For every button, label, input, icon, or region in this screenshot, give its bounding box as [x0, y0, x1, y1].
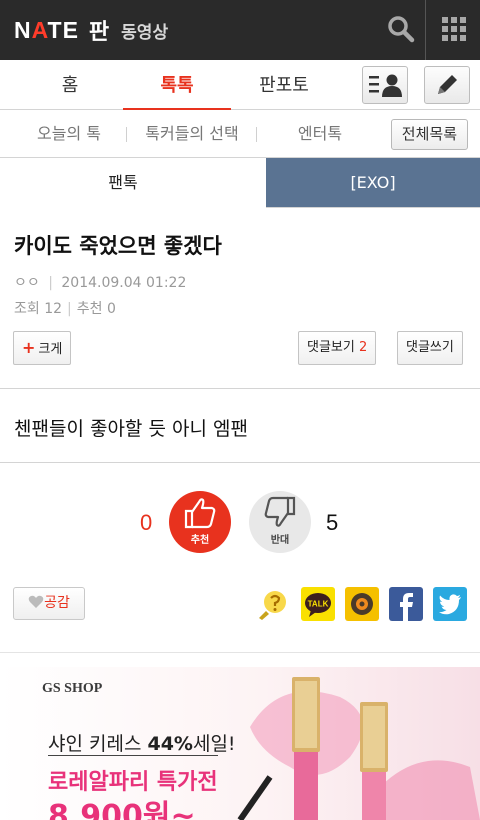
sub-tabs: 오늘의 톡 톡커들의 선택 엔터톡 전체목록 [0, 110, 480, 158]
post-date: 2014.09.04 01:22 [61, 275, 187, 291]
top-bar: NATE 판 동영상 [0, 0, 480, 60]
talk-text: TALK [308, 600, 329, 609]
logo-text: NATE [14, 16, 79, 43]
like-button[interactable]: 공감 [13, 587, 85, 620]
tab-toktok[interactable]: 톡톡 [123, 60, 231, 111]
ad-headline-prefix: 샤인 키레스 [48, 733, 148, 755]
recommend-label: 추천 [76, 301, 103, 317]
kakao-story-icon[interactable] [256, 587, 290, 621]
oppose-vote-count: 5 [326, 510, 339, 535]
subtab-separator [256, 127, 257, 142]
view-comments-button[interactable]: 댓글보기 2 [298, 331, 377, 365]
top-divider [425, 0, 426, 60]
nate-logo[interactable]: NATE [14, 17, 79, 44]
my-profile-button[interactable] [362, 66, 408, 104]
ad-price: 8,900원~ [48, 799, 196, 820]
heart-icon [28, 595, 44, 608]
lipstick-product-image [237, 677, 480, 820]
breadcrumb: 팬톡 [EXO] [0, 158, 480, 208]
twitter-icon[interactable] [433, 587, 467, 621]
post-author: ㅇㅇ [14, 275, 40, 291]
recommend-count: 0 [106, 301, 116, 317]
breadcrumb-fantalk[interactable]: 팬톡 [0, 158, 246, 208]
views-label: 조회 [14, 301, 40, 317]
recommend-vote-count: 0 [140, 510, 153, 535]
main-tabs: 홈 톡톡 판포토 [0, 60, 480, 111]
tab-home[interactable]: 홈 [20, 60, 120, 110]
divider [0, 652, 480, 653]
ad-headline: 샤인 키레스 44%세일! [48, 729, 236, 756]
divider [0, 462, 480, 463]
oppose-label: 반대 [270, 535, 290, 546]
subtab-talkers-choice[interactable]: 톡커들의 선택 [136, 110, 248, 158]
comment-count: 2 [358, 340, 368, 355]
plus-icon: + [22, 338, 36, 357]
view-comments-label: 댓글보기 [307, 340, 355, 355]
recommend-label: 추천 [190, 535, 210, 546]
ad-brand: GS SHOP [42, 681, 103, 696]
enlarge-label: 크게 [38, 342, 63, 357]
post-title: 카이도 죽었으면 좋겠다 [14, 234, 222, 258]
thumbs-down-icon [264, 496, 296, 527]
video-link[interactable]: 동영상 [121, 18, 168, 43]
kakao-talk-icon[interactable]: TALK [301, 587, 335, 621]
divider [0, 388, 480, 389]
user-list-icon [369, 74, 402, 97]
write-comment-button[interactable]: 댓글쓰기 [397, 331, 463, 365]
ad-headline-discount: 44% [147, 733, 193, 755]
subtab-entertalk[interactable]: 엔터톡 [278, 110, 362, 158]
pan-logo[interactable]: 판 [89, 14, 109, 46]
post-meta: ㅇㅇ | 2014.09.04 01:22 [14, 275, 187, 291]
like-label: 공감 [44, 595, 70, 611]
all-list-button[interactable]: 전체목록 [390, 119, 468, 150]
pencil-icon [438, 75, 457, 94]
subtab-today[interactable]: 오늘의 톡 [20, 110, 118, 158]
recommend-button[interactable]: 추천 [169, 491, 231, 553]
subtab-separator [126, 127, 127, 142]
write-comment-label: 댓글쓰기 [406, 340, 454, 355]
enlarge-button[interactable]: + 크게 [13, 331, 72, 365]
facebook-icon[interactable] [389, 587, 423, 621]
apps-grid-icon[interactable] [442, 17, 466, 41]
write-button[interactable] [424, 66, 470, 104]
breadcrumb-exo[interactable]: [EXO] [266, 158, 480, 208]
kakao-camera-icon[interactable] [345, 587, 379, 621]
post-stats: 조회 12 | 추천 0 [14, 301, 116, 317]
oppose-button[interactable]: 반대 [249, 491, 311, 553]
thumbs-up-icon [184, 498, 216, 529]
tab-pan-photo[interactable]: 판포토 [234, 60, 334, 110]
post-body: 첸팬들이 좋아할 듯 아니 엠팬 [14, 418, 248, 440]
ad-banner[interactable]: GS SHOP 샤인 키레스 44%세일! 로레알파리 특가전 8,900원~ [0, 667, 480, 820]
search-icon[interactable] [386, 14, 416, 44]
views-count: 12 [44, 301, 63, 317]
